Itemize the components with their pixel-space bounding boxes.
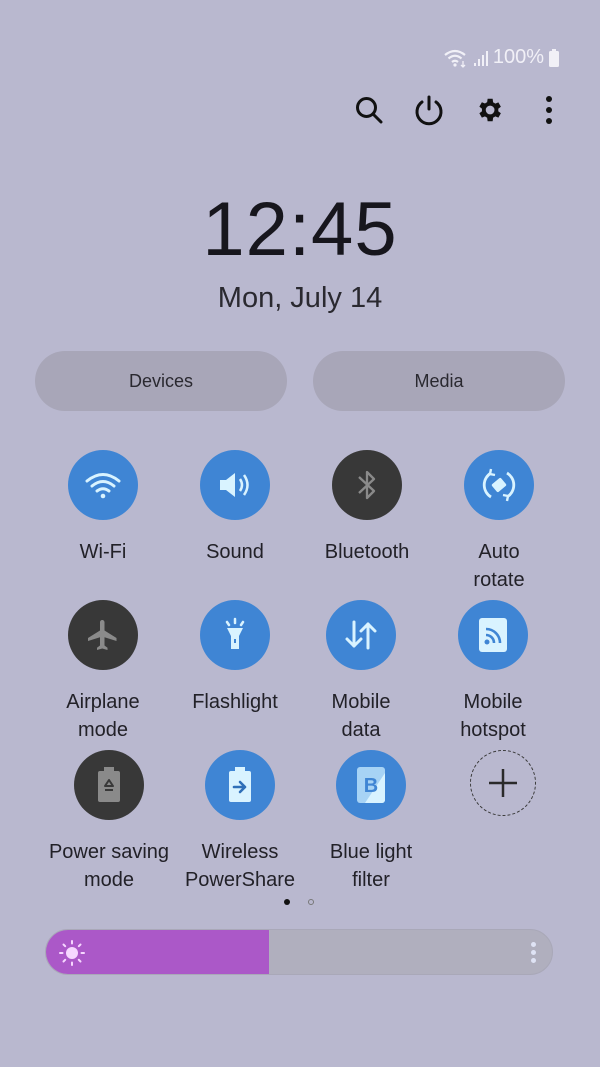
settings-button[interactable] — [472, 92, 506, 132]
tile-toggle[interactable] — [326, 600, 396, 670]
tile-speaker[interactable]: Sound — [170, 450, 300, 566]
brightness-slider[interactable] — [45, 929, 553, 975]
tile-wifi[interactable]: Wi-Fi — [38, 450, 168, 566]
tile-label: Wi-Fi — [79, 541, 127, 563]
more-options-button[interactable] — [532, 92, 566, 132]
add-tile-button[interactable] — [438, 750, 568, 816]
status-bar: 100% — [443, 46, 560, 69]
tile-toggle[interactable] — [458, 600, 528, 670]
auto-rotate-icon — [481, 467, 517, 503]
flashlight-icon — [220, 617, 250, 653]
speaker-icon — [216, 469, 254, 501]
tile-label: Bluetooth — [324, 541, 410, 563]
tile-power-saving[interactable]: Power saving mode — [44, 750, 174, 894]
hotspot-icon — [477, 616, 509, 654]
tile-toggle[interactable] — [74, 750, 144, 820]
page-dot[interactable] — [308, 899, 314, 905]
power-icon — [413, 94, 445, 131]
tile-label: Mobile data — [331, 691, 391, 741]
tile-label: Wireless PowerShare — [184, 841, 296, 891]
tile-label: Blue light filter — [329, 841, 413, 891]
page-dot-active[interactable] — [284, 899, 290, 905]
tile-toggle[interactable] — [200, 450, 270, 520]
airplane-icon — [85, 617, 121, 653]
clock-date[interactable]: Mon, July 14 — [0, 282, 600, 315]
tile-label: Airplane mode — [66, 691, 140, 741]
tile-airplane[interactable]: Airplane mode — [38, 600, 168, 744]
tile-flashlight[interactable]: Flashlight — [170, 600, 300, 716]
tile-label: Sound — [206, 541, 264, 563]
signal-icon — [473, 49, 489, 67]
brightness-options-button[interactable] — [531, 942, 536, 963]
tile-label: Flashlight — [192, 691, 278, 713]
tile-toggle[interactable] — [68, 600, 138, 670]
add-icon — [486, 766, 520, 800]
tile-wireless-powershare[interactable]: Wireless PowerShare — [175, 750, 305, 894]
tile-hotspot[interactable]: Mobile hotspot — [428, 600, 558, 744]
tile-mobile-data[interactable]: Mobile data — [296, 600, 426, 744]
tile-label: Power saving mode — [48, 841, 170, 891]
gear-icon — [474, 95, 504, 130]
tile-toggle[interactable] — [464, 450, 534, 520]
tile-toggle[interactable] — [68, 450, 138, 520]
wireless-powershare-icon — [226, 766, 254, 804]
power-button[interactable] — [412, 92, 446, 132]
page-indicator — [284, 899, 314, 905]
tile-toggle[interactable] — [200, 600, 270, 670]
blue-light-filter-icon: B — [355, 765, 387, 805]
bluetooth-icon — [355, 467, 379, 503]
power-saving-icon — [95, 766, 123, 804]
tile-blue-light-filter[interactable]: B Blue light filter — [306, 750, 436, 894]
sun-icon — [58, 939, 86, 972]
devices-button[interactable]: Devices — [35, 351, 287, 411]
tile-toggle[interactable] — [205, 750, 275, 820]
media-button[interactable]: Media — [313, 351, 565, 411]
search-button[interactable] — [352, 92, 386, 132]
more-vertical-icon — [544, 95, 554, 130]
tile-toggle[interactable]: B — [336, 750, 406, 820]
svg-text:B: B — [364, 775, 378, 797]
wifi-icon — [443, 48, 469, 68]
quick-panel-toolbar — [352, 92, 566, 132]
tile-bluetooth[interactable]: Bluetooth — [302, 450, 432, 566]
tile-label: Auto rotate — [473, 541, 525, 591]
wifi-icon — [84, 470, 122, 500]
search-icon — [354, 95, 384, 130]
tile-auto-rotate[interactable]: Auto rotate — [434, 450, 564, 594]
clock-time[interactable]: 12:45 — [0, 186, 600, 273]
battery-icon — [548, 48, 560, 68]
battery-text: 100% — [492, 46, 544, 68]
tile-toggle[interactable] — [332, 450, 402, 520]
mobile-data-icon — [342, 618, 380, 652]
tile-label: Mobile hotspot — [460, 691, 526, 741]
add-button[interactable] — [470, 750, 536, 816]
